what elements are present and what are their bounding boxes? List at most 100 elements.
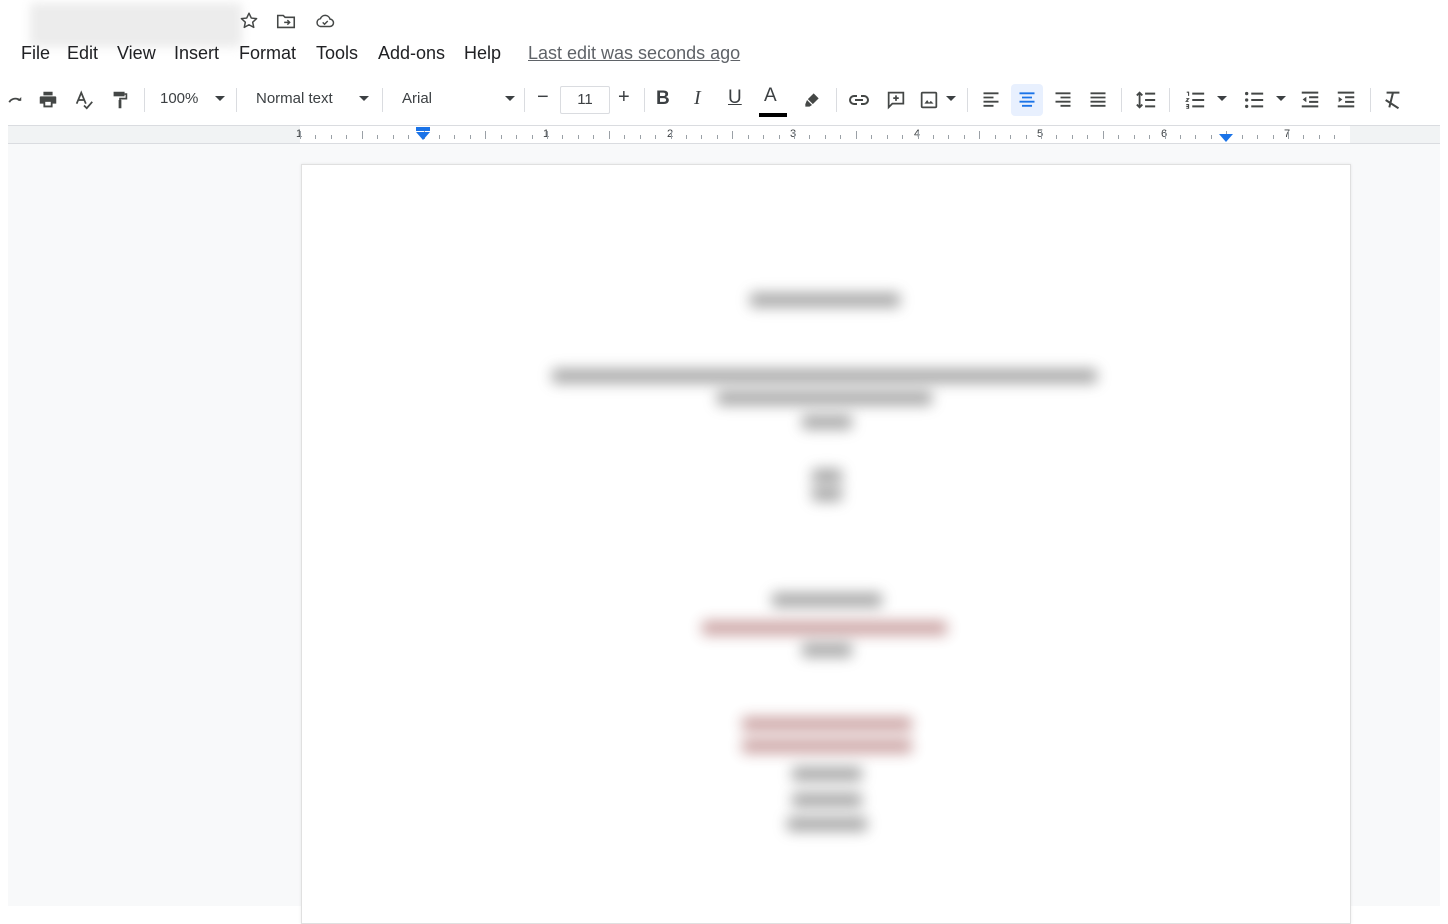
insert-image-caret-icon[interactable] — [946, 96, 956, 101]
ruler-tick — [454, 135, 456, 139]
star-icon[interactable] — [238, 10, 260, 32]
decrease-font-size-button[interactable]: − — [537, 86, 549, 109]
increase-font-size-button[interactable]: + — [618, 86, 630, 109]
insert-image-icon[interactable] — [917, 86, 941, 114]
align-center-icon[interactable] — [1015, 86, 1039, 114]
menu-help[interactable]: Help — [464, 43, 501, 64]
redo-icon[interactable] — [6, 86, 26, 114]
blurred-link-line — [702, 621, 947, 635]
ruler-tick — [917, 131, 919, 139]
ruler-tick — [716, 135, 718, 139]
paint-format-icon[interactable] — [108, 86, 132, 114]
ruler-tick — [593, 135, 595, 139]
align-left-icon[interactable] — [979, 86, 1003, 114]
ruler-tick — [1041, 131, 1042, 139]
blurred-text-line — [552, 369, 1097, 383]
last-edit-link[interactable]: Last edit was seconds ago — [528, 43, 740, 64]
menu-format[interactable]: Format — [239, 43, 296, 64]
numbered-list-icon[interactable] — [1183, 86, 1207, 114]
ruler-tick — [1149, 135, 1151, 139]
clear-formatting-icon[interactable] — [1381, 86, 1405, 114]
ruler-tick — [469, 135, 471, 139]
ruler-tick — [1056, 135, 1058, 139]
menu-file[interactable]: File — [21, 43, 50, 64]
align-right-icon[interactable] — [1051, 86, 1075, 114]
document-page[interactable] — [301, 164, 1351, 924]
blurred-text-line — [717, 391, 932, 405]
ruler-tick — [824, 135, 826, 139]
blurred-text-line — [812, 469, 842, 483]
ruler[interactable]: 1 1 2 3 4 5 6 7 — [8, 125, 1440, 144]
italic-button[interactable]: I — [694, 87, 701, 110]
font-caret-icon[interactable] — [505, 96, 515, 101]
separator — [1370, 88, 1371, 112]
ruler-tick — [685, 135, 687, 139]
ruler-tick — [1241, 135, 1243, 139]
ruler-tick — [747, 135, 749, 139]
style-caret-icon[interactable] — [359, 96, 369, 101]
ruler-tick — [408, 135, 410, 139]
right-indent-marker[interactable] — [1219, 134, 1233, 142]
blurred-text-line — [792, 793, 862, 807]
ruler-tick — [1272, 135, 1274, 139]
zoom-caret-icon[interactable] — [215, 96, 225, 101]
ruler-tick — [932, 135, 934, 139]
style-select[interactable]: Normal text — [256, 90, 333, 107]
ruler-tick — [1133, 135, 1135, 139]
font-size-input[interactable]: 11 — [560, 86, 610, 114]
blurred-text-line — [750, 293, 900, 307]
ruler-tick — [516, 135, 518, 139]
document-title[interactable] — [30, 3, 242, 47]
ruler-tick — [1303, 135, 1305, 139]
toolbar: 100% Normal text Arial − 11 + B I U A — [0, 76, 1448, 124]
zoom-select[interactable]: 100% — [160, 90, 198, 107]
highlight-color-icon[interactable] — [800, 86, 824, 114]
blurred-text-line — [772, 593, 882, 607]
ruler-tick — [438, 135, 440, 139]
ruler-tick — [809, 135, 811, 139]
numbered-list-caret-icon[interactable] — [1217, 96, 1227, 101]
document-canvas[interactable] — [8, 144, 1440, 924]
menu-addons[interactable]: Add-ons — [378, 43, 445, 64]
bulleted-list-caret-icon[interactable] — [1276, 96, 1286, 101]
bold-button[interactable]: B — [656, 88, 670, 110]
separator — [1121, 88, 1122, 112]
ruler-tick — [500, 135, 502, 139]
ruler-tick — [624, 135, 626, 139]
separator — [967, 88, 968, 112]
decrease-indent-icon[interactable] — [1298, 86, 1322, 114]
blurred-text-line — [802, 643, 852, 657]
increase-indent-icon[interactable] — [1334, 86, 1358, 114]
ruler-tick — [1288, 131, 1289, 139]
add-comment-icon[interactable] — [884, 86, 908, 114]
separator — [144, 88, 145, 112]
font-select[interactable]: Arial — [402, 90, 432, 107]
menu-insert[interactable]: Insert — [174, 43, 219, 64]
ruler-tick — [361, 131, 363, 139]
line-spacing-icon[interactable] — [1133, 86, 1159, 114]
move-to-folder-icon[interactable] — [275, 10, 297, 32]
bulleted-list-icon[interactable] — [1242, 86, 1266, 114]
spellcheck-icon[interactable] — [72, 86, 96, 114]
underline-button[interactable]: U — [728, 87, 742, 109]
blurred-text-line — [792, 767, 862, 781]
menu-tools[interactable]: Tools — [316, 43, 358, 64]
justify-icon[interactable] — [1086, 86, 1110, 114]
ruler-tick — [701, 135, 703, 139]
print-icon[interactable] — [36, 86, 60, 114]
separator — [836, 88, 837, 112]
left-indent-marker[interactable] — [416, 132, 430, 140]
ruler-tick — [377, 135, 379, 139]
text-color-button[interactable]: A — [764, 85, 777, 107]
link-icon[interactable] — [846, 86, 872, 114]
menu-view[interactable]: View — [117, 43, 156, 64]
cloud-saved-icon[interactable] — [314, 10, 336, 32]
ruler-tick — [670, 131, 672, 139]
ruler-tick — [655, 135, 657, 139]
first-line-indent-marker[interactable] — [416, 127, 430, 131]
ruler-tick — [994, 135, 996, 139]
menu-edit[interactable]: Edit — [67, 43, 98, 64]
blurred-text-line — [787, 817, 867, 831]
ruler-tick — [531, 135, 533, 139]
ruler-tick — [392, 135, 394, 139]
